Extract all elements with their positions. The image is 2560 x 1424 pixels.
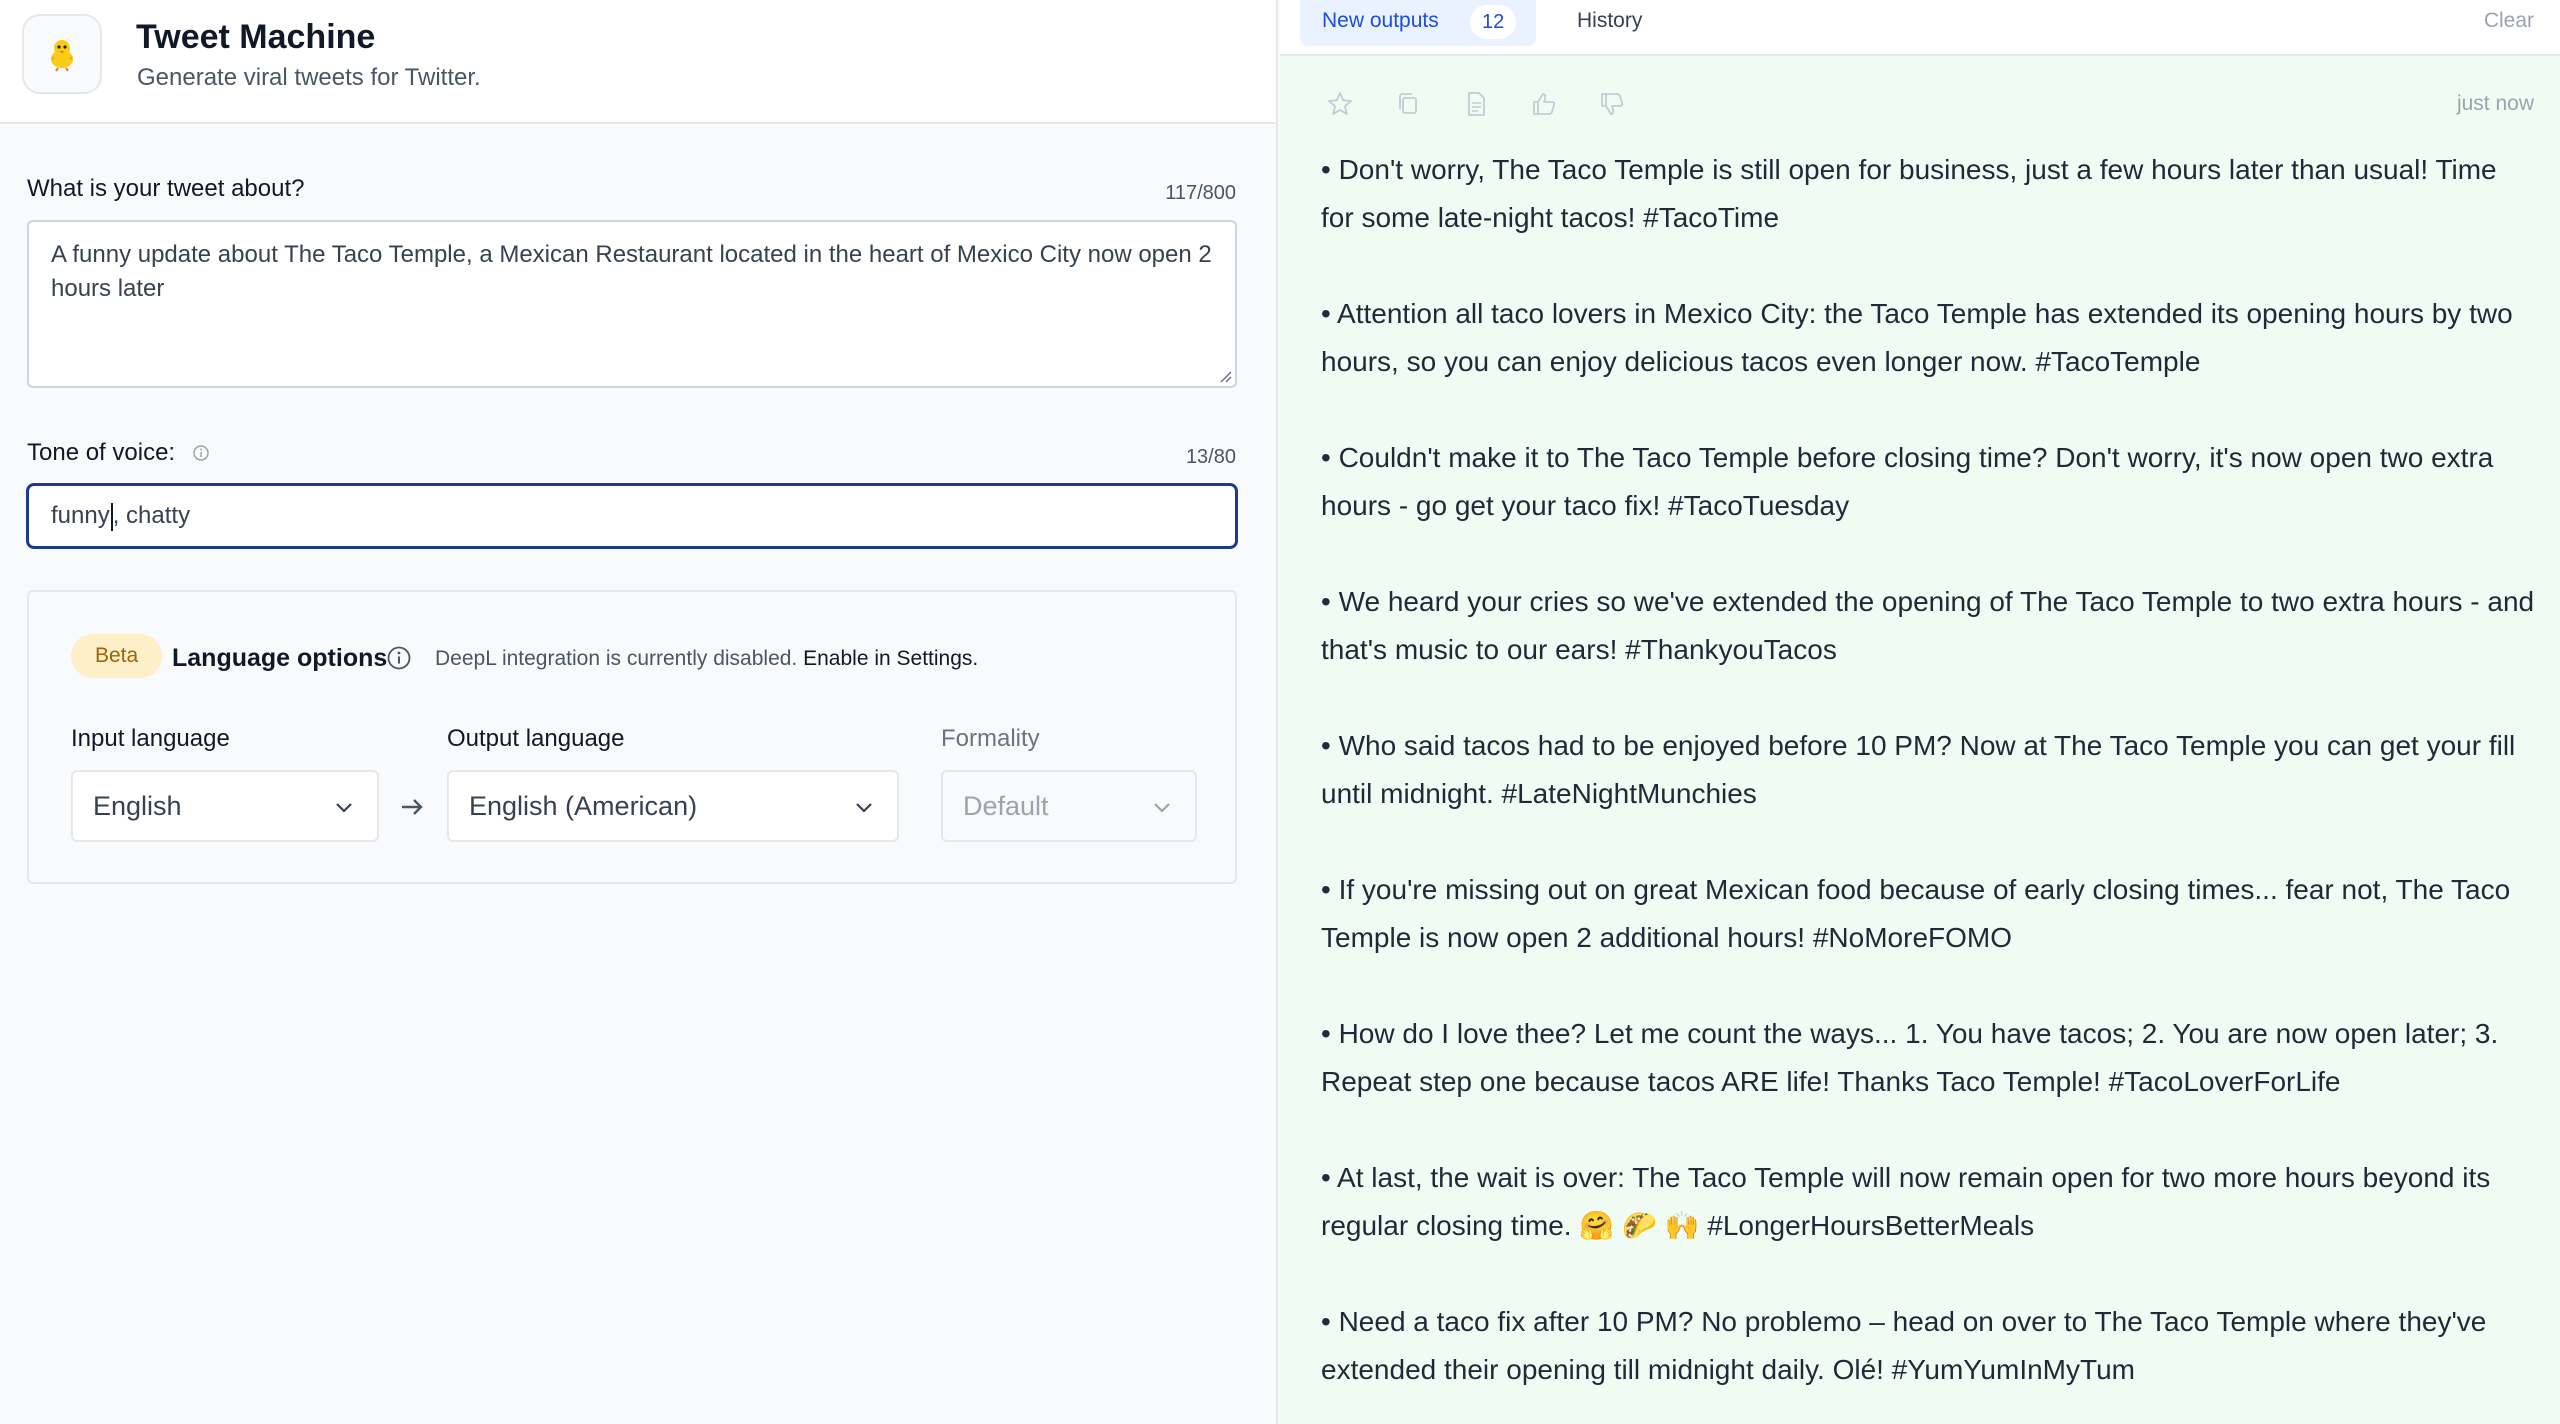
thumbs-up-icon[interactable] [1528,88,1560,120]
chick-icon [22,14,102,94]
new-outputs-count-badge: 12 [1470,5,1517,39]
language-options-title: Language options [172,644,388,672]
output-language-select[interactable]: English (American) [447,770,899,842]
document-icon[interactable] [1460,88,1492,120]
app-subtitle: Generate viral tweets for Twitter. [137,64,481,91]
tweet-output-item: • Need a taco fix after 10 PM? No proble… [1321,1306,2487,1385]
copy-icon[interactable] [1392,88,1424,120]
clear-button[interactable]: Clear [2484,9,2534,33]
tone-char-counter: 13/80 [1185,446,1236,468]
tone-text-after-caret: , chatty [112,502,191,529]
arrow-right-icon [402,799,423,815]
input-language-value: English [93,791,182,821]
thumbs-down-icon[interactable] [1596,88,1628,120]
deepl-status-note: DeepL integration is currently disabled.… [435,647,978,671]
language-options-card: Beta Language options DeepL integration … [27,590,1237,884]
beta-badge: Beta [71,634,163,678]
tab-history[interactable]: History [1577,9,1642,33]
input-language-label: Input language [71,725,230,752]
tweet-output-item: • Who said tacos had to be enjoyed befor… [1321,730,2516,809]
output-language-value: English (American) [469,791,698,821]
tweet-output-item: • We heard your cries so we've extended … [1321,586,2535,665]
generator-panel: Tweet Machine Generate viral tweets for … [0,0,1278,1424]
chevron-down-icon [336,803,352,813]
topic-text: A funny update about The Taco Temple, a … [51,241,1212,302]
tab-new-outputs[interactable]: New outputs 12 [1300,0,1536,46]
formality-select: Default [941,770,1197,842]
tweet-output-item: • Don't worry, The Taco Temple is still … [1321,154,2497,233]
tweet-output-item: • At last, the wait is over: The Taco Te… [1321,1162,2491,1241]
enable-in-settings-link[interactable]: Enable in Settings. [803,647,978,670]
tone-input[interactable]: funny, chatty [26,483,1238,549]
tweet-output-item: • Couldn't make it to The Taco Temple be… [1321,442,2494,521]
resize-handle-icon[interactable] [1218,369,1232,383]
tweet-output-list: • Don't worry, The Taco Temple is still … [1321,146,2536,1424]
app-header: Tweet Machine Generate viral tweets for … [0,0,1276,124]
tone-text-before-caret: funny [51,502,110,529]
tab-new-outputs-label: New outputs [1322,9,1439,32]
deepl-disabled-text: DeepL integration is currently disabled. [435,647,798,670]
output-language-label: Output language [447,725,625,752]
info-icon[interactable] [386,645,412,671]
input-language-select[interactable]: English [71,770,379,842]
tweet-output-item: • How do I love thee? Let me count the w… [1321,1018,2499,1097]
topic-textarea[interactable]: A funny update about The Taco Temple, a … [27,220,1237,388]
tone-info-icon[interactable] [192,444,210,462]
star-icon[interactable] [1324,88,1356,120]
tweet-output-item: • If you're missing out on great Mexican… [1321,874,2511,953]
formality-label: Formality [941,725,1040,752]
formality-value: Default [963,791,1049,821]
topic-char-counter: 117/800 [1165,182,1236,204]
app-title: Tweet Machine [136,18,376,56]
tone-label: Tone of voice: [27,439,176,466]
results-tabbar: New outputs 12 History Clear [1280,0,2560,56]
tweet-output-item: • Attention all taco lovers in Mexico Ci… [1321,298,2513,377]
chevron-down-icon [856,803,872,813]
output-timestamp: just now [2456,92,2534,115]
chevron-down-icon [1154,803,1170,813]
results-panel: New outputs 12 History Clear just now • … [1280,0,2560,1424]
topic-label: What is your tweet about? [27,175,305,202]
